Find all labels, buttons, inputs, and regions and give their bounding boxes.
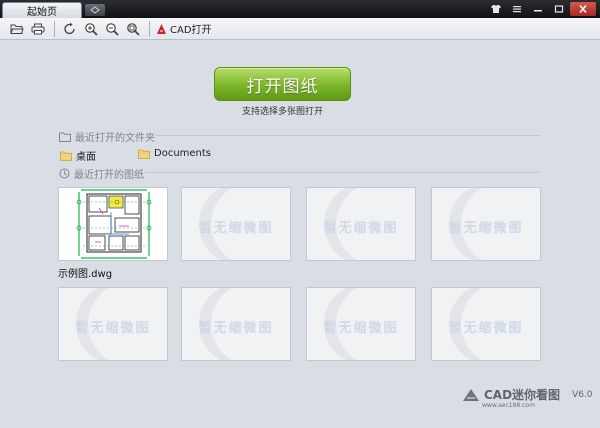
zoom-out-button[interactable]: [103, 20, 121, 38]
toolbar-separator: [54, 20, 55, 37]
brand-icon: [463, 388, 479, 401]
brand-name: CAD迷你看图: [484, 388, 561, 402]
add-tab-icon: [90, 6, 100, 14]
menu-icon: [513, 6, 521, 13]
zoom-in-icon: [85, 22, 98, 36]
cad-open-label: CAD打开: [170, 25, 212, 36]
recent-drawings-header: 最近打开的图纸: [59, 166, 144, 181]
folder-icon: [138, 149, 150, 159]
recent-folders-title: 最近打开的文件夹: [75, 133, 155, 144]
folder-icon: [60, 151, 72, 161]
minimize-button[interactable]: [528, 2, 548, 16]
zoom-extent-icon: [127, 22, 140, 36]
open-drawing-button[interactable]: 打开图纸: [214, 67, 351, 101]
folder-item[interactable]: 桌面: [60, 148, 96, 163]
toolbar: CAD打开: [0, 18, 600, 40]
drawing-thumbnail[interactable]: [58, 187, 168, 261]
window-controls: [486, 2, 596, 16]
no-thumbnail-text: 暂无缩微图: [75, 321, 151, 336]
empty-thumbnail: 暂无缩微图: [181, 187, 291, 261]
rotate-button[interactable]: [61, 20, 79, 38]
clock-icon: [59, 168, 70, 179]
drawing-label: 示例图.dwg: [58, 269, 113, 280]
no-thumbnail-text: 暂无缩微图: [198, 321, 274, 336]
no-thumbnail-text: 暂无缩微图: [198, 221, 274, 236]
maximize-button[interactable]: [549, 2, 569, 16]
no-thumbnail-text: 暂无缩微图: [323, 321, 399, 336]
title-bar: 起始页: [0, 0, 600, 18]
folder-item[interactable]: Documents: [138, 148, 211, 159]
folder-outline-icon: [59, 132, 71, 142]
recent-folders-header: 最近打开的文件夹: [59, 129, 155, 144]
folder-label: 桌面: [76, 152, 96, 163]
menu-button[interactable]: [507, 2, 527, 16]
close-button[interactable]: [570, 2, 596, 16]
brand-url: www.aec188.com: [482, 402, 535, 409]
empty-thumbnail: 暂无缩微图: [306, 187, 416, 261]
recent-drawings-title: 最近打开的图纸: [74, 170, 144, 181]
tab-start-page[interactable]: 起始页: [2, 2, 82, 18]
open-drawing-label: 打开图纸: [246, 76, 319, 97]
no-thumbnail-text: 暂无缩微图: [448, 321, 524, 336]
section-divider: [145, 172, 540, 173]
open-hint-text: 支持选择多张图打开: [241, 107, 323, 117]
empty-thumbnail: 暂无缩微图: [431, 187, 541, 261]
empty-thumbnail: 暂无缩微图: [431, 287, 541, 361]
printer-icon: [31, 23, 45, 34]
shirt-icon: [491, 5, 501, 13]
toolbar-separator: [149, 20, 150, 37]
add-tab-button[interactable]: [85, 4, 105, 16]
brand-logo: CAD迷你看图 V6.0: [462, 386, 593, 403]
empty-thumbnail: 暂无缩微图: [181, 287, 291, 361]
rotate-icon: [64, 22, 75, 34]
empty-thumbnail: 暂无缩微图: [58, 287, 168, 361]
floor-plan-preview: [76, 189, 152, 259]
cad-open-button[interactable]: CAD打开: [156, 21, 212, 36]
minimize-icon: [534, 10, 542, 12]
empty-thumbnail: 暂无缩微图: [306, 287, 416, 361]
close-icon: [579, 5, 587, 13]
section-divider: [155, 135, 540, 136]
zoom-in-button[interactable]: [82, 20, 100, 38]
app-window: 起始页 CAD打开 打开图纸 支持选择多张图打开 最近打开的文件夹 桌面 Doc…: [0, 0, 600, 428]
zoom-extent-button[interactable]: [124, 20, 142, 38]
folder-open-icon: [10, 24, 24, 34]
maximize-icon: [554, 5, 564, 13]
tab-label: 起始页: [27, 7, 57, 18]
cad-logo-icon: [157, 23, 166, 34]
skin-button[interactable]: [486, 2, 506, 16]
zoom-out-icon: [106, 22, 119, 36]
folder-label: Documents: [154, 148, 212, 159]
brand-version: V6.0: [572, 389, 593, 400]
print-button[interactable]: [29, 20, 47, 38]
no-thumbnail-text: 暂无缩微图: [448, 221, 524, 236]
no-thumbnail-text: 暂无缩微图: [323, 221, 399, 236]
open-folder-button[interactable]: [8, 20, 26, 38]
